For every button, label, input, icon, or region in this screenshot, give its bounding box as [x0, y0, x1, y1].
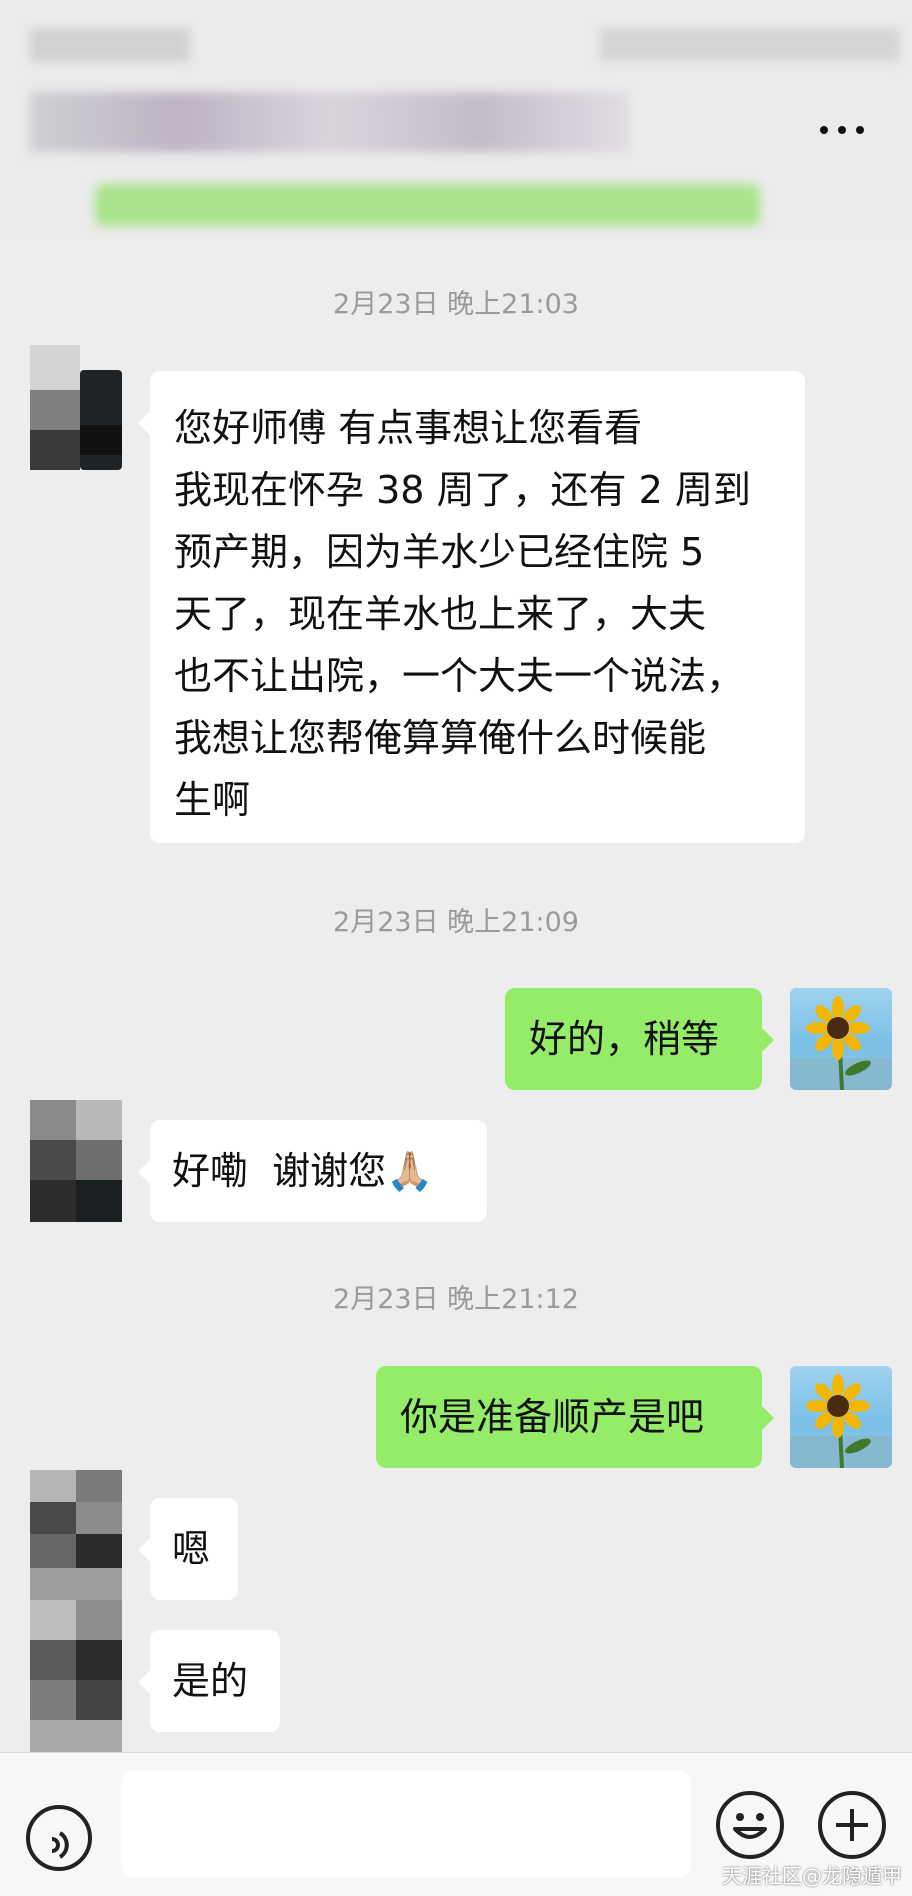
timestamp: 2月23日 晚上21:12: [333, 1284, 579, 1315]
avatar[interactable]: [30, 345, 122, 473]
message-input[interactable]: [122, 1771, 690, 1877]
emoji-icon[interactable]: [716, 1791, 784, 1859]
message-bubble-received[interactable]: 嗯: [138, 1498, 238, 1600]
voice-icon[interactable]: [26, 1805, 92, 1871]
status-bar-right: [600, 28, 900, 62]
status-bar-left: [30, 28, 190, 62]
chat-header: [0, 0, 912, 240]
watermark: 天涯社区@龙隐遁甲: [722, 1864, 902, 1888]
message-text: 您好师傅 有点事想让您看看 我现在怀孕 38 周了，还有 2 周到 预产期，因为…: [174, 406, 751, 822]
message-bubble-received[interactable]: 是的: [138, 1630, 280, 1732]
message-text: 好的，稍等: [529, 1017, 720, 1061]
timestamp: 2月23日 晚上21:03: [333, 289, 579, 320]
message-bubble-received[interactable]: 您好师傅 有点事想让您看看 我现在怀孕 38 周了，还有 2 周到 预产期，因为…: [138, 371, 805, 843]
message-text: 你是准备顺产是吧: [400, 1395, 705, 1439]
message-text: 是的: [172, 1659, 249, 1703]
previous-message: [95, 184, 760, 226]
message-text: 嗯: [172, 1527, 211, 1571]
message-bubble-sent[interactable]: 你是准备顺产是吧: [376, 1366, 774, 1468]
avatar[interactable]: [30, 1470, 122, 1600]
plus-icon[interactable]: [818, 1791, 886, 1859]
avatar[interactable]: [790, 988, 892, 1090]
avatar[interactable]: [30, 1100, 122, 1222]
timestamp: 2月23日 晚上21:09: [333, 907, 579, 938]
more-icon[interactable]: [812, 110, 872, 150]
avatar[interactable]: [30, 1600, 122, 1752]
message-bubble-received[interactable]: 好嘞 谢谢您🙏🏼: [138, 1120, 487, 1222]
avatar[interactable]: [790, 1366, 892, 1468]
sunflower-avatar: [790, 996, 892, 1090]
message-bubble-sent[interactable]: 好的，稍等: [505, 988, 774, 1090]
chat-title: [30, 92, 630, 152]
message-text: 好嘞 谢谢您🙏🏼: [172, 1149, 434, 1193]
sunflower-avatar: [790, 1374, 892, 1468]
